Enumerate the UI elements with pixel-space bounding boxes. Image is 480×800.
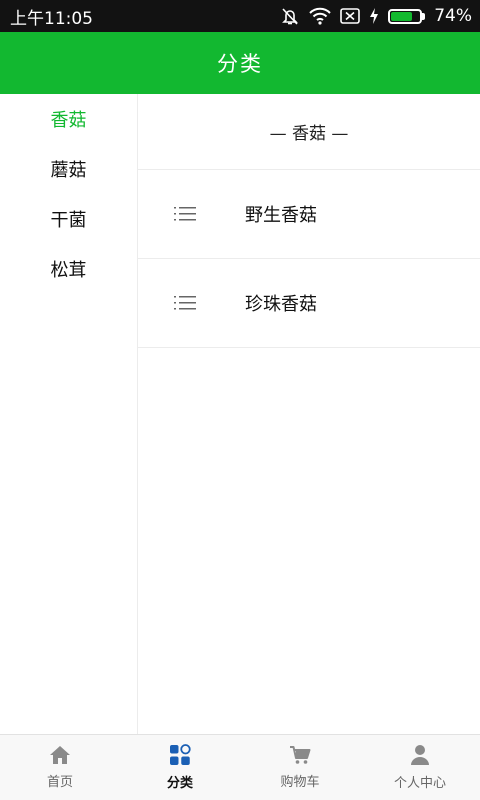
sidebar-item-songrong[interactable]: 松茸 bbox=[0, 244, 137, 294]
subcategory-label: 野生香菇 bbox=[245, 205, 317, 226]
tab-label: 首页 bbox=[46, 775, 73, 790]
wifi-icon bbox=[309, 7, 331, 25]
subcategory-panel: — 香菇 — 野生香菇 珍珠香菇 bbox=[138, 94, 480, 734]
sidebar-item-label: 干菌 bbox=[50, 210, 87, 231]
list-icon bbox=[174, 294, 198, 312]
list-icon bbox=[174, 205, 198, 223]
sidebar-item-mogu[interactable]: 蘑菇 bbox=[0, 144, 137, 194]
battery-percent: 74% bbox=[434, 6, 472, 26]
tab-label: 个人中心 bbox=[393, 776, 446, 791]
subcategory-item-wild[interactable]: 野生香菇 bbox=[138, 170, 480, 259]
battery-fill bbox=[391, 11, 412, 21]
section-title: — 香菇 — bbox=[138, 94, 480, 170]
tab-home[interactable]: 首页 bbox=[0, 735, 120, 800]
tab-profile[interactable]: 个人中心 bbox=[360, 735, 480, 800]
tab-label: 分类 bbox=[166, 776, 193, 791]
sidebar-item-label: 香菇 bbox=[50, 110, 87, 131]
user-icon bbox=[410, 744, 430, 766]
subcategory-item-pearl[interactable]: 珍珠香菇 bbox=[138, 259, 480, 348]
home-icon bbox=[49, 745, 71, 765]
sidebar-item-xianggu[interactable]: 香菇 bbox=[0, 94, 137, 144]
cart-icon bbox=[289, 745, 311, 765]
sidebar-item-label: 松茸 bbox=[50, 260, 87, 281]
category-sidebar: 香菇 蘑菇 干菌 松茸 bbox=[0, 94, 138, 734]
status-icons: 74% bbox=[280, 6, 472, 26]
sidebar-item-ganjun[interactable]: 干菌 bbox=[0, 194, 137, 244]
tab-category[interactable]: 分类 bbox=[120, 735, 240, 800]
tab-cart[interactable]: 购物车 bbox=[240, 735, 360, 800]
app-header: 分类 bbox=[0, 32, 480, 94]
category-icon bbox=[169, 744, 191, 766]
status-time: 上午11:05 bbox=[10, 8, 93, 29]
battery-icon bbox=[388, 8, 426, 24]
mute-bell-icon bbox=[280, 6, 300, 26]
sidebar-item-label: 蘑菇 bbox=[50, 160, 87, 181]
no-sim-icon bbox=[340, 7, 361, 25]
charging-icon bbox=[369, 7, 379, 25]
bottom-tabbar: 首页 分类 购物车 个人中心 bbox=[0, 734, 480, 800]
page-title: 分类 bbox=[217, 52, 263, 76]
tab-label: 购物车 bbox=[280, 775, 320, 790]
subcategory-label: 珍珠香菇 bbox=[245, 294, 317, 315]
status-bar: 上午11:05 74% bbox=[0, 0, 480, 32]
